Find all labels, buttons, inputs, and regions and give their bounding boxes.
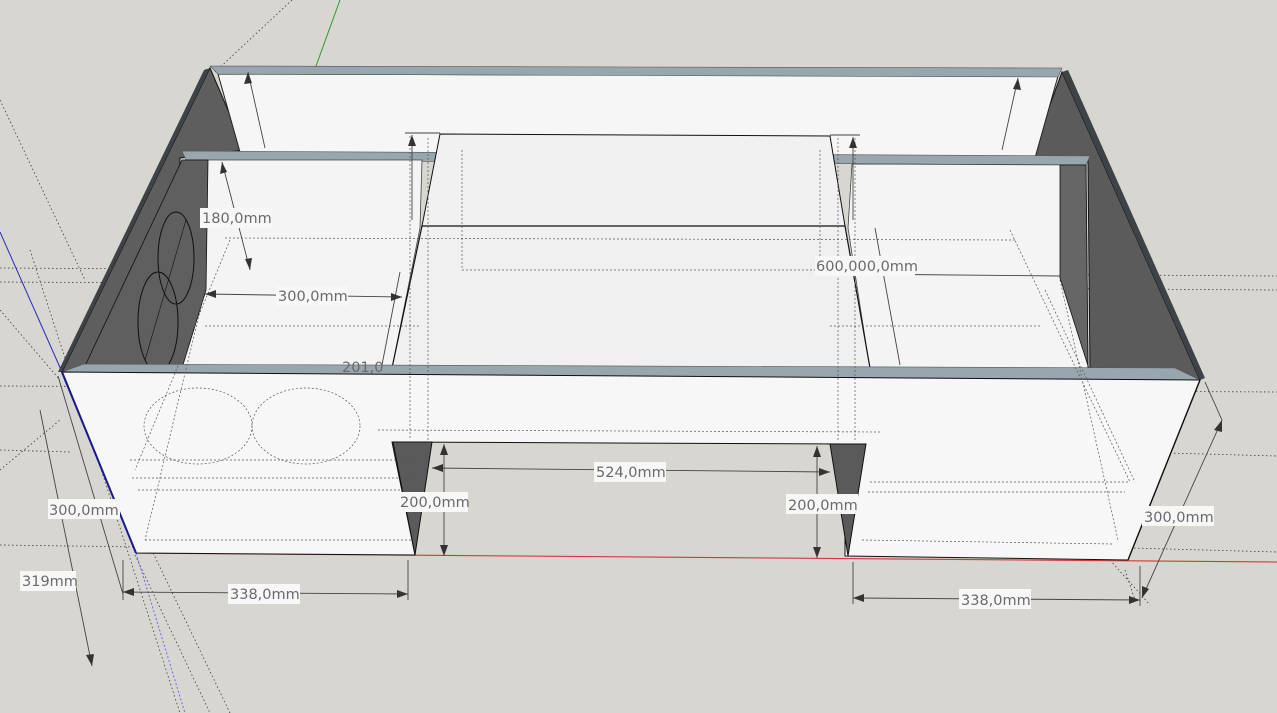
inner-back-left[interactable] bbox=[181, 159, 423, 369]
dimension-524[interactable]: 524,0mm bbox=[596, 465, 666, 481]
center-upper-panel[interactable] bbox=[421, 133, 846, 227]
dimension-180[interactable]: 180,0mm bbox=[202, 211, 272, 227]
dimension-300-right[interactable]: 300,0mm bbox=[1144, 510, 1214, 526]
dimension-300-left[interactable]: 300,0mm bbox=[49, 503, 119, 519]
model-viewport[interactable]: 180,0mm 300,0mm 201,0 600,000,0mm 524,0m… bbox=[0, 0, 1277, 713]
dimension-338-right[interactable]: 338,0mm bbox=[961, 593, 1031, 609]
dimension-300-inner[interactable]: 300,0mm bbox=[278, 289, 348, 305]
dimension-200-left[interactable]: 200,0mm bbox=[400, 495, 470, 511]
center-top-deck[interactable] bbox=[391, 225, 871, 369]
dimension-201[interactable]: 201,0 bbox=[342, 360, 384, 376]
dimension-338-left[interactable]: 338,0mm bbox=[230, 587, 300, 603]
dimension-600[interactable]: 600,000,0mm bbox=[816, 259, 918, 275]
dimension-319[interactable]: 319mm bbox=[22, 574, 78, 590]
dimension-200-right[interactable]: 200,0mm bbox=[788, 498, 858, 514]
